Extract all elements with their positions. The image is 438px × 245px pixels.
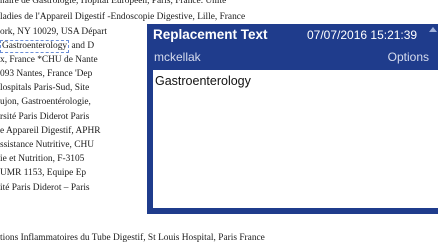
doc-line: ujon, Gastroentérologie, [0, 97, 91, 107]
doc-line-highlighted: Gastroenterology and D [0, 39, 94, 53]
doc-line: e Appareil Digestif, APHR [0, 126, 101, 136]
doc-line: lospitals Paris-Sud, Site [0, 83, 90, 93]
popup-timestamp: 07/07/2016 15:21:39 [307, 28, 418, 42]
popup-text-area[interactable]: Gastroenterology [153, 70, 438, 208]
doc-line: tions Inflammatoires du Tube Digestif, S… [0, 233, 265, 243]
scroll-up-arrow-icon[interactable] [429, 27, 437, 32]
popup-author: mckellak [154, 50, 201, 64]
doc-line: naire de Gastrologie, Hôpital Européen, … [0, 0, 227, 6]
options-menu-button[interactable]: Options [388, 50, 429, 64]
replacement-text-popup: Replacement Text 07/07/2016 15:21:39 mck… [147, 24, 438, 214]
doc-line: ité Paris Diderot – Paris [0, 183, 90, 193]
doc-line-fragment: and D [71, 41, 95, 51]
doc-line: x, France *CHU de Nante [0, 55, 98, 65]
doc-line: ie et Nutrition, F-3105 [0, 154, 85, 164]
popup-title: Replacement Text [153, 27, 268, 42]
doc-line: rsité Paris Diderot Paris [0, 112, 90, 122]
doc-line: ork, NY 10029, USA Départ [0, 27, 107, 37]
replaced-text-highlight[interactable]: Gastroenterology [0, 40, 70, 53]
doc-line: 093 Nantes, France 'Dep [0, 69, 93, 79]
doc-line: ssistance Nutritive, CHU [0, 140, 94, 150]
popup-header: Replacement Text 07/07/2016 15:21:39 mck… [147, 24, 438, 70]
replacement-text-content: Gastroenterology [155, 74, 251, 88]
doc-line: UMR 1153, Equipe Ep [0, 168, 87, 178]
doc-line: ladies de l'Appareil Digestif -Endoscopi… [0, 12, 246, 22]
